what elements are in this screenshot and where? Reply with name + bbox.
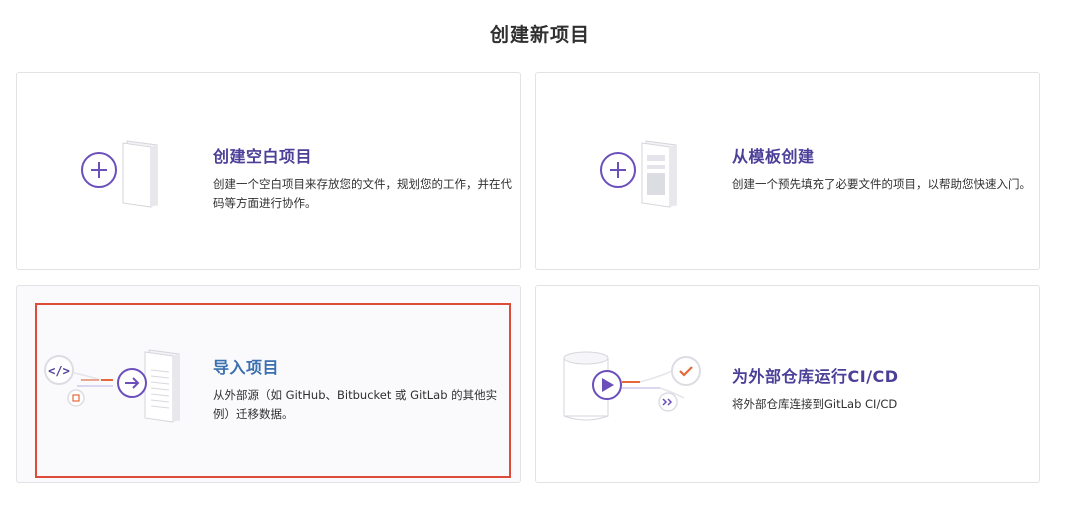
- chevrons-right-icon: [658, 392, 678, 412]
- create-blank-project-card[interactable]: 创建空白项目 创建一个空白项目来存放您的文件，规划您的工作，并在代码等方面进行协…: [16, 72, 521, 270]
- card-description: 从外部源（如 GitHub、Bitbucket 或 GitLab 的其他实例）迁…: [213, 388, 498, 421]
- import-illustration: </>: [41, 344, 201, 434]
- ci-cd-illustration: [560, 344, 740, 434]
- file-icon: [67, 389, 85, 407]
- svg-text:</>: </>: [48, 364, 70, 378]
- ci-cd-external-repo-card[interactable]: 为外部仓库运行CI/CD 将外部仓库连接到GitLab CI/CD: [535, 285, 1040, 483]
- card-description: 创建一个预先填充了必要文件的项目，以帮助您快速入门。: [732, 177, 1031, 191]
- plus-icon: [81, 152, 117, 188]
- card-title: 为外部仓库运行CI/CD: [732, 367, 899, 386]
- blank-project-illustration: [77, 135, 167, 210]
- import-project-card[interactable]: </> 导入项目 从外部源（如 GitHub、Bitbucket 或 GitLa…: [16, 285, 521, 483]
- template-illustration: [594, 135, 684, 210]
- plus-icon: [600, 152, 636, 188]
- card-title: 导入项目: [213, 358, 280, 377]
- page-title: 创建新项目: [489, 24, 590, 46]
- card-title: 从模板创建: [732, 147, 815, 166]
- card-description: 将外部仓库连接到GitLab CI/CD: [732, 397, 898, 411]
- play-icon: [592, 370, 622, 400]
- create-from-template-card[interactable]: 从模板创建 创建一个预先填充了必要文件的项目，以帮助您快速入门。: [535, 72, 1040, 270]
- card-title: 创建空白项目: [213, 147, 313, 166]
- code-icon: </>: [44, 355, 74, 385]
- check-icon: [671, 356, 701, 386]
- arrow-right-icon: [117, 368, 147, 398]
- card-description: 创建一个空白项目来存放您的文件，规划您的工作，并在代码等方面进行协作。: [213, 177, 512, 210]
